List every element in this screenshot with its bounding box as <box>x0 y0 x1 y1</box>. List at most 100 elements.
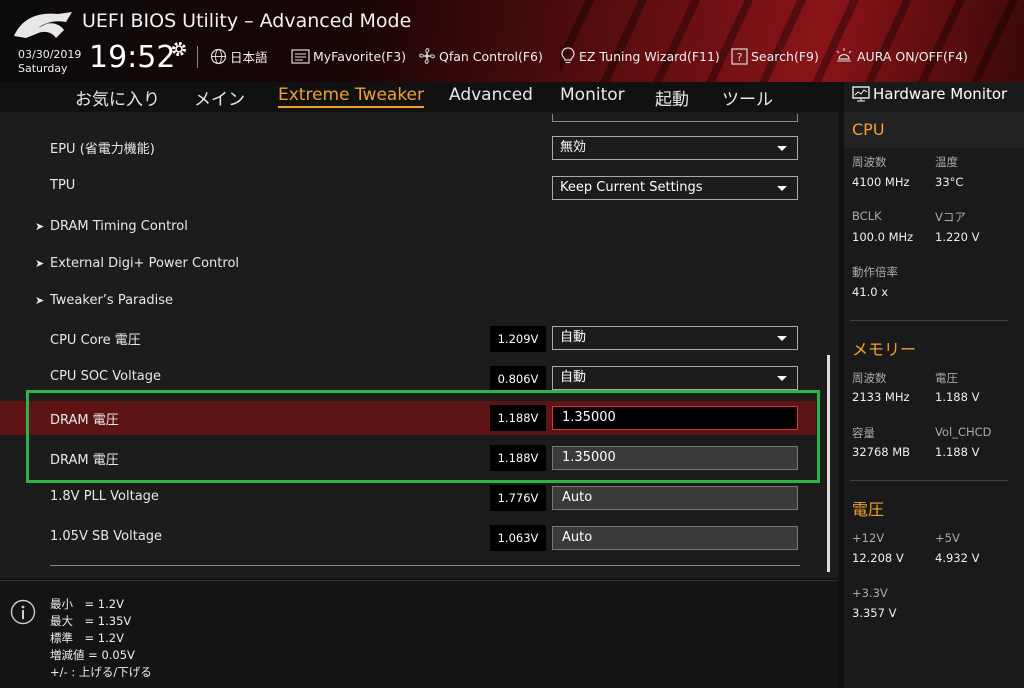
p12v-label: +12V <box>852 531 885 545</box>
dropdown-value: 自動 <box>560 330 587 345</box>
previous-dropdown-edge <box>552 114 798 122</box>
voltage-section-title: 電圧 <box>852 500 885 519</box>
epu-dropdown[interactable]: 無効 <box>552 136 798 160</box>
setting-row-tpu[interactable]: TPU Keep Current Settings <box>0 170 816 204</box>
setting-label: TPU <box>50 178 76 193</box>
current-voltage: 1.209V <box>490 326 546 352</box>
aura-label: AURA ON/OFF(F4) <box>857 48 968 64</box>
favorite-list-icon <box>291 48 310 64</box>
cpu-section-title: CPU <box>852 120 885 139</box>
tab-tool[interactable]: ツール <box>722 85 773 110</box>
setting-label: 1.05V SB Voltage <box>50 529 163 544</box>
header-bar: UEFI BIOS Utility – Advanced Mode 03/30/… <box>0 0 1024 82</box>
hw-divider <box>850 320 1008 321</box>
vol-chcd-value: 1.188 V <box>935 445 980 459</box>
dropdown-value: 無効 <box>560 140 587 155</box>
mem-freq-value: 2133 MHz <box>852 390 910 404</box>
cpu-temp-value: 33°C <box>935 175 964 189</box>
setting-label: CPU SOC Voltage <box>50 369 162 384</box>
time-display: 19:52 <box>89 40 176 75</box>
setting-row-pll-voltage[interactable]: 1.8V PLL Voltage 1.776V Auto <box>0 481 816 515</box>
setting-label: EPU (省電力機能) <box>50 142 155 157</box>
dropdown-value: Keep Current Settings <box>560 180 703 195</box>
info-max: 最大 = 1.35V <box>50 614 132 628</box>
aura-button[interactable]: AURA ON/OFF(F4) <box>834 46 968 66</box>
vcore-value: 1.220 V <box>935 230 980 244</box>
tab-advanced[interactable]: Advanced <box>449 85 533 105</box>
setting-row-cpu-soc-voltage[interactable]: CPU SOC Voltage 0.806V 自動 <box>0 360 816 394</box>
tab-favorites[interactable]: お気に入り <box>75 85 160 110</box>
p33v-value: 3.357 V <box>852 606 897 620</box>
submenu-digi-power[interactable]: ➤ External Digi+ Power Control <box>0 247 816 281</box>
mem-freq-label: 周波数 <box>852 371 887 385</box>
ez-tuning-label: EZ Tuning Wizard(F11) <box>579 48 720 64</box>
toolbar-separator <box>197 46 198 68</box>
tab-boot[interactable]: 起動 <box>655 85 689 110</box>
ez-tuning-button[interactable]: EZ Tuning Wizard(F11) <box>560 46 720 66</box>
tab-main[interactable]: メイン <box>194 85 245 110</box>
mem-volt-value: 1.188 V <box>935 390 980 404</box>
tab-extreme-tweaker[interactable]: Extreme Tweaker <box>278 85 425 108</box>
setting-row-cpu-core-voltage[interactable]: CPU Core 電圧 1.209V 自動 <box>0 320 816 354</box>
mem-volt-label: 電圧 <box>935 371 958 385</box>
vcore-label: Vコア <box>935 210 966 224</box>
help-info-panel: 最小 = 1.2V 最大 = 1.35V 標準 = 1.2V 増減値 = 0.0… <box>0 580 838 688</box>
cpu-soc-voltage-dropdown[interactable]: 自動 <box>552 366 798 390</box>
info-text: 最小 = 1.2V 最大 = 1.35V 標準 = 1.2V 増減値 = 0.0… <box>50 596 152 681</box>
submenu-label: DRAM Timing Control <box>50 219 188 234</box>
memory-section-title: メモリー <box>852 340 917 359</box>
caret-down-icon <box>777 336 787 341</box>
submenu-dram-timing[interactable]: ➤ DRAM Timing Control <box>0 210 816 244</box>
qfan-button[interactable]: Qfan Control(F6) <box>418 46 543 66</box>
setting-row-epu[interactable]: EPU (省電力機能) 無効 <box>0 130 816 164</box>
cpu-temp-label: 温度 <box>935 155 958 169</box>
bclk-label: BCLK <box>852 209 882 223</box>
p33v-label: +3.3V <box>852 586 888 600</box>
search-label: Search(F9) <box>751 48 819 64</box>
caret-down-icon <box>777 146 787 151</box>
submenu-arrow-icon: ➤ <box>35 257 45 270</box>
info-icon <box>10 599 36 625</box>
tpu-dropdown[interactable]: Keep Current Settings <box>552 176 798 200</box>
myfavorite-button[interactable]: MyFavorite(F3) <box>291 46 406 66</box>
current-voltage: 1.776V <box>490 485 546 511</box>
hw-title-label: Hardware Monitor <box>873 85 1008 103</box>
current-voltage: 1.063V <box>490 525 546 551</box>
caret-down-icon <box>777 376 787 381</box>
qfan-label: Qfan Control(F6) <box>439 48 543 64</box>
p5v-label: +5V <box>935 531 960 545</box>
highlight-box <box>26 390 820 483</box>
p12v-value: 12.208 V <box>852 551 904 565</box>
submenu-label: External Digi+ Power Control <box>50 256 240 271</box>
setting-label: 1.8V PLL Voltage <box>50 489 159 504</box>
scrollbar-thumb[interactable] <box>827 355 830 572</box>
language-button[interactable]: 日本語 <box>210 46 268 66</box>
hw-monitor-title: Hardware Monitor <box>852 85 1007 103</box>
cpu-freq-label: 周波数 <box>852 155 887 169</box>
hardware-monitor-panel: Hardware Monitor CPU 周波数 温度 4100 MHz 33°… <box>844 82 1024 688</box>
myfavorite-label: MyFavorite(F3) <box>313 48 407 64</box>
hw-divider <box>850 480 1008 481</box>
gear-icon[interactable] <box>170 40 188 58</box>
submenu-arrow-icon: ➤ <box>35 220 45 233</box>
cpu-freq-value: 4100 MHz <box>852 175 910 189</box>
main-tabs: お気に入り メイン Extreme Tweaker Advanced Monit… <box>0 82 838 112</box>
globe-icon <box>210 48 227 64</box>
vol-chcd-label: Vol_CHCD <box>935 425 992 439</box>
mem-cap-value: 32768 MB <box>852 445 911 459</box>
pll-voltage-input[interactable]: Auto <box>552 486 798 510</box>
cpu-core-voltage-dropdown[interactable]: 自動 <box>552 326 798 350</box>
ratio-label: 動作倍率 <box>852 265 898 279</box>
tab-monitor[interactable]: Monitor <box>560 85 625 105</box>
mem-cap-label: 容量 <box>852 426 875 440</box>
submenu-arrow-icon: ➤ <box>35 294 45 307</box>
submenu-tweakers-paradise[interactable]: ➤ Tweaker’s Paradise <box>0 284 816 318</box>
sb-voltage-input[interactable]: Auto <box>552 526 798 550</box>
bios-title: UEFI BIOS Utility – Advanced Mode <box>82 10 412 32</box>
p5v-value: 4.932 V <box>935 551 980 565</box>
search-button[interactable]: ? Search(F9) <box>731 46 819 66</box>
current-voltage: 0.806V <box>490 366 546 392</box>
setting-row-sb-voltage[interactable]: 1.05V SB Voltage 1.063V Auto <box>0 521 816 555</box>
rog-logo-icon <box>14 12 72 38</box>
setting-label: CPU Core 電圧 <box>50 333 141 348</box>
